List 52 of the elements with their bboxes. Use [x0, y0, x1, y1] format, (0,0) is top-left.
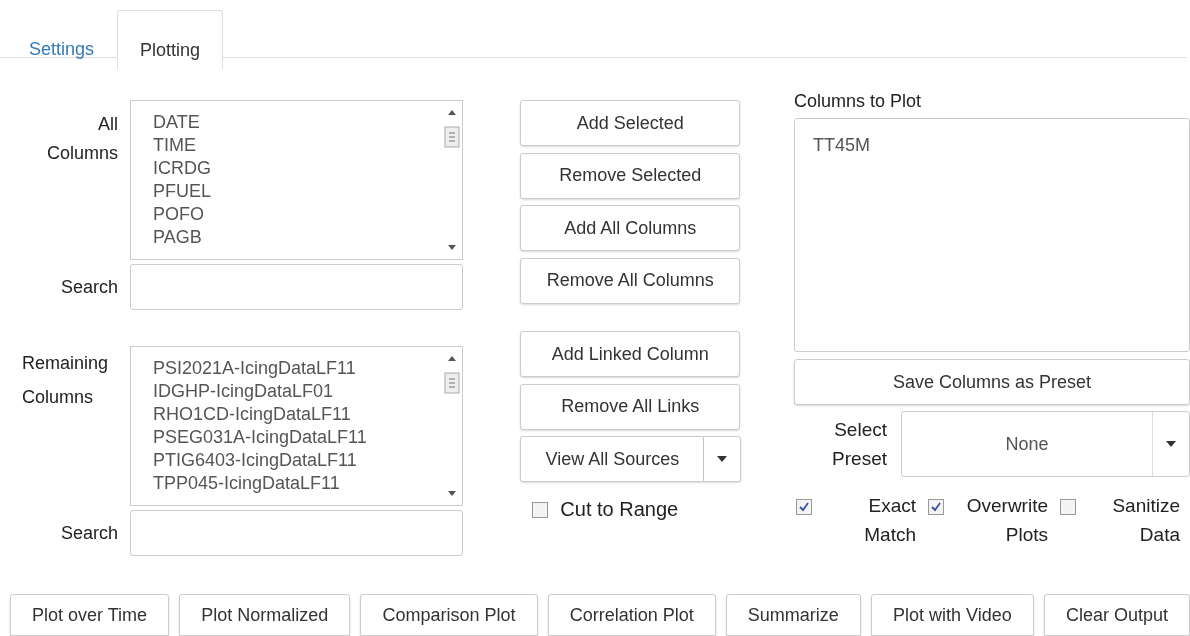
- tab[interactable]: Settings: [6, 10, 118, 68]
- action-button[interactable]: Correlation Plot: [547, 594, 716, 636]
- list-item[interactable]: PSI2021A-IcingDataLF11: [153, 357, 442, 380]
- checkbox-label: Overwrite Plots: [965, 494, 1048, 547]
- list-item[interactable]: PFUEL: [153, 180, 442, 203]
- dropdown-button[interactable]: [704, 436, 742, 482]
- list-item[interactable]: PSEG031A-IcingDataLF11: [153, 426, 442, 449]
- column-listbox[interactable]: PSI2021A-IcingDataLF11 IDGHP-IcingDataLF01 RHO1CD-IcingDataLF11 PSEG031A-IcingDataLF11 PTIG6403-IcingDataLF11 TPP045-IcingDataLF11: [130, 346, 463, 506]
- checkbox[interactable]: [1060, 499, 1076, 515]
- list-item[interactable]: DATE: [153, 111, 442, 134]
- caret-icon: [717, 456, 728, 462]
- checkbox-label: Exact Match: [863, 494, 916, 547]
- action-button[interactable]: Add Linked Column: [520, 331, 741, 377]
- action-button[interactable]: Plot over Time: [10, 594, 170, 636]
- action-button[interactable]: Clear Output: [1043, 594, 1190, 636]
- search-label: Search: [59, 522, 118, 545]
- caret-icon: [1166, 441, 1176, 447]
- tab[interactable]: Plotting: [117, 10, 224, 69]
- preset-dropdown[interactable]: None: [901, 411, 1190, 477]
- view-sources-button[interactable]: View All Sources: [520, 436, 705, 482]
- list-item[interactable]: PTIG6403-IcingDataLF11: [153, 449, 442, 472]
- action-button[interactable]: Add All Columns: [520, 205, 741, 251]
- list-item[interactable]: RHO1CD-IcingDataLF11: [153, 403, 442, 426]
- checkbox[interactable]: [532, 501, 549, 518]
- list-item[interactable]: IDGHP-IcingDataLF01: [153, 380, 442, 403]
- select-label: Select Preset: [831, 418, 887, 471]
- action-button[interactable]: Remove Selected: [520, 152, 741, 199]
- search-field[interactable]: [130, 510, 463, 556]
- checkbox[interactable]: [796, 499, 812, 515]
- list-label: All Columns: [45, 113, 118, 165]
- list-item[interactable]: TPP045-IcingDataLF11: [153, 472, 442, 495]
- search-label: Search: [59, 276, 118, 299]
- list-item[interactable]: PAGB: [153, 226, 442, 249]
- action-button[interactable]: Remove All Columns: [520, 257, 741, 304]
- action-button[interactable]: Add Selected: [520, 100, 741, 146]
- checkbox-label: Cut to Range: [560, 498, 679, 521]
- action-button[interactable]: Comparison Plot: [360, 594, 538, 636]
- action-button[interactable]: Plot with Video: [870, 594, 1034, 636]
- list-item[interactable]: POFO: [153, 203, 442, 226]
- field-label: Columns to Plot: [794, 91, 923, 112]
- list-item[interactable]: ICRDG: [153, 157, 442, 180]
- list-label: Remaining Columns: [21, 352, 110, 409]
- action-button[interactable]: Summarize: [725, 594, 861, 636]
- list-item[interactable]: TIME: [153, 134, 442, 157]
- checkbox-label: Sanitize Data: [1111, 494, 1180, 547]
- columns-textarea[interactable]: TT45M: [794, 118, 1190, 352]
- action-button[interactable]: Remove All Links: [520, 383, 741, 430]
- save-preset-button[interactable]: Save Columns as Preset: [794, 359, 1190, 405]
- column-listbox[interactable]: DATE TIME ICRDG PFUEL POFO PAGB: [130, 100, 463, 260]
- checkbox[interactable]: [928, 499, 944, 515]
- search-field[interactable]: [130, 264, 463, 310]
- action-button[interactable]: Plot Normalized: [179, 594, 351, 636]
